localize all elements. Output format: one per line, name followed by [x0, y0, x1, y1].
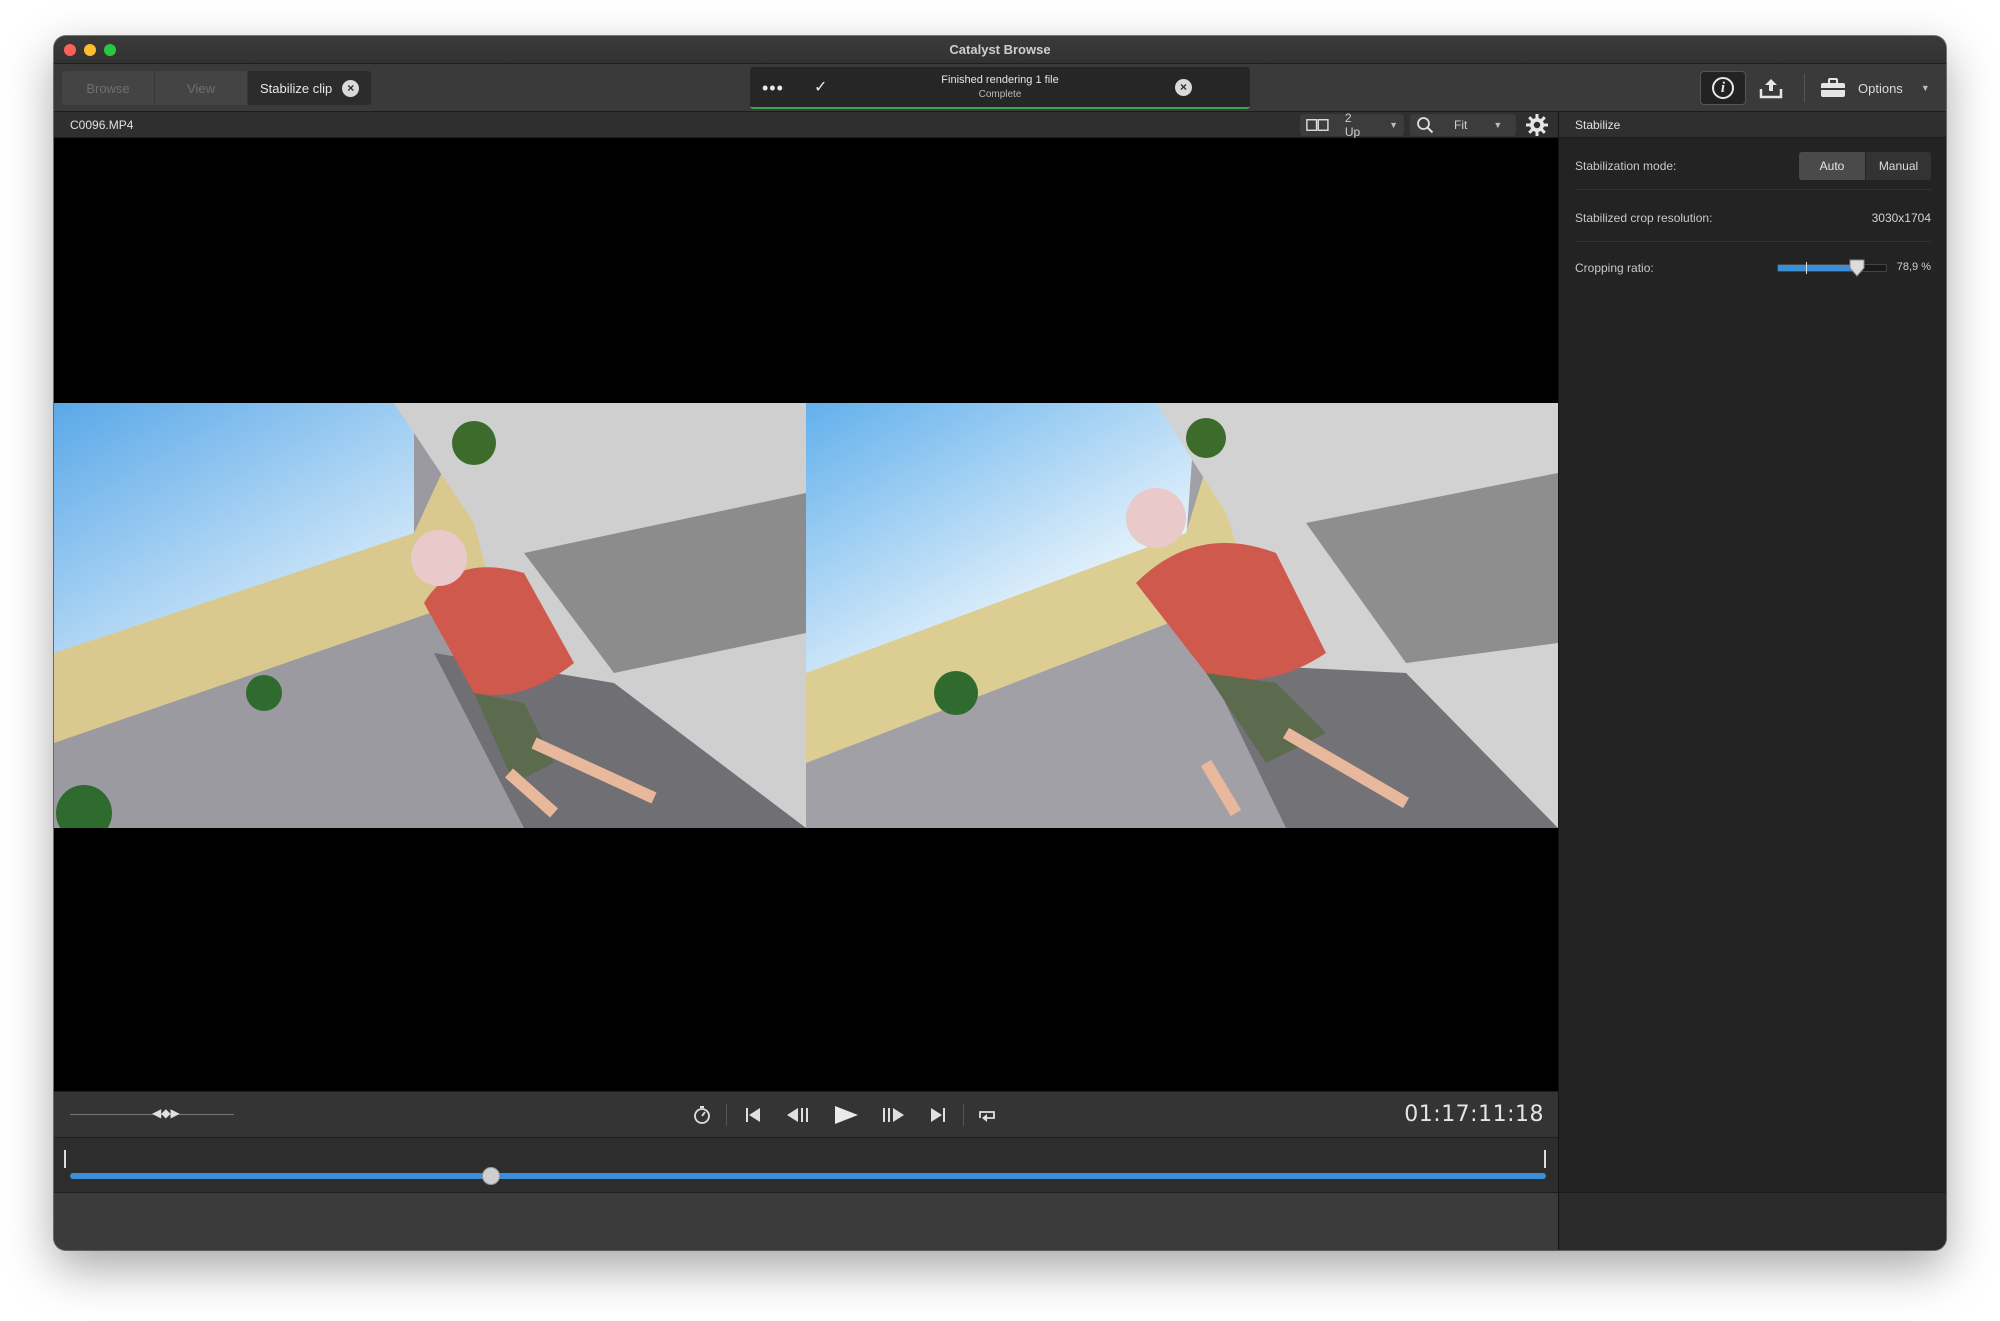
mode-manual-button[interactable]: Manual [1865, 152, 1931, 180]
main-toolbar: Browse View Stabilize clip × ••• ✓ Finis… [54, 64, 1946, 112]
shuttle-knob-icon[interactable]: ◀◆▶ [152, 1106, 180, 1120]
stabilize-inspector: Stabilize Stabilization mode: Auto Manua… [1558, 112, 1946, 1250]
play-icon [835, 1106, 858, 1124]
export-button[interactable] [1748, 71, 1794, 105]
tab-view[interactable]: View [155, 71, 248, 105]
stabilization-mode-row: Stabilization mode: Auto Manual [1575, 140, 1931, 190]
loop-icon [979, 1111, 995, 1122]
video-viewer[interactable] [54, 138, 1558, 1091]
step-forward-icon [883, 1108, 904, 1122]
transport-divider [963, 1104, 964, 1126]
stabilized-frame [806, 403, 1558, 828]
crop-resolution-row: Stabilized crop resolution: 3030x1704 [1575, 192, 1931, 242]
timer-button[interactable] [689, 1104, 715, 1126]
crop-resolution-value: 3030x1704 [1871, 211, 1931, 225]
transport-divider [726, 1104, 727, 1126]
tab-stabilize-clip[interactable]: Stabilize clip × [248, 71, 372, 105]
cropping-ratio-slider[interactable] [1777, 259, 1887, 277]
chevron-down-icon: ▼ [1389, 120, 1398, 130]
title-bar: Catalyst Browse [54, 36, 1946, 64]
play-button[interactable] [833, 1104, 859, 1126]
stabilization-mode-label: Stabilization mode: [1575, 159, 1677, 173]
layout-label: 2 Up [1344, 111, 1361, 139]
in-point-marker[interactable] [64, 1150, 66, 1168]
original-frame [54, 403, 806, 828]
app-window: Catalyst Browse Browse View Stabilize cl… [54, 36, 1946, 1250]
zoom-window-button[interactable] [104, 44, 116, 56]
viewer-bottom-bar [54, 1192, 1558, 1250]
close-window-button[interactable] [64, 44, 76, 56]
cropping-ratio-label: Cropping ratio: [1575, 261, 1654, 275]
go-to-end-button[interactable] [925, 1104, 951, 1126]
layout-dropdown[interactable]: 2 Up ▼ [1300, 111, 1404, 139]
cropping-ratio-value: 78,9 % [1896, 261, 1931, 273]
tab-stabilize-clip-label: Stabilize clip [260, 80, 333, 96]
stopwatch-icon [694, 1106, 710, 1124]
out-point-marker[interactable] [1544, 1150, 1546, 1168]
viewer-settings-button[interactable] [1524, 114, 1550, 136]
transport-bar: ◀◆▶ 01:17:11:18 [54, 1091, 1558, 1137]
skip-end-icon [931, 1108, 945, 1122]
skip-start-icon [746, 1108, 760, 1122]
split-view-icon [1306, 119, 1329, 131]
shuttle-control[interactable]: ◀◆▶ [70, 1106, 234, 1120]
dismiss-status-icon[interactable]: × [1175, 79, 1192, 96]
options-menu-button[interactable]: Options ▼ [1820, 71, 1930, 105]
loop-button[interactable] [974, 1104, 1000, 1126]
step-forward-button[interactable] [879, 1104, 905, 1126]
info-button[interactable]: i [1700, 71, 1746, 105]
stabilization-mode-toggle[interactable]: Auto Manual [1799, 152, 1931, 180]
slider-tick [1806, 262, 1807, 274]
zoom-dropdown[interactable]: Fit ▼ [1410, 114, 1516, 136]
upload-icon [1759, 79, 1783, 99]
inspector-bottom-bar [1559, 1192, 1946, 1250]
timecode-display: 01:17:11:18 [1404, 1102, 1544, 1127]
tab-browse[interactable]: Browse [62, 71, 155, 105]
toolbar-divider [1804, 74, 1805, 102]
close-tab-icon[interactable]: × [342, 79, 360, 97]
options-label: Options [1858, 80, 1903, 96]
chevron-down-icon: ▼ [1493, 120, 1503, 130]
window-controls [64, 44, 116, 56]
playhead-handle[interactable] [481, 1167, 500, 1185]
minimize-window-button[interactable] [84, 44, 96, 56]
render-status-panel: ••• ✓ Finished rendering 1 file Complete… [750, 67, 1250, 109]
zoom-label: Fit [1454, 118, 1468, 132]
magnifier-icon [1417, 117, 1434, 134]
window-title: Catalyst Browse [949, 42, 1051, 57]
info-icon: i [1712, 77, 1734, 99]
step-back-icon [787, 1108, 808, 1122]
cropping-ratio-row: Cropping ratio: 78,9 % [1575, 242, 1931, 292]
chevron-down-icon: ▼ [1920, 83, 1930, 93]
step-back-button[interactable] [786, 1104, 812, 1126]
mode-auto-button[interactable]: Auto [1799, 152, 1865, 180]
workspace-tabs: Browse View Stabilize clip × [62, 71, 372, 105]
slider-fill [1778, 265, 1858, 271]
gear-icon [1526, 114, 1548, 136]
inspector-title: Stabilize [1559, 112, 1946, 138]
clip-filename: C0096.MP4 [70, 118, 134, 132]
go-to-start-button[interactable] [740, 1104, 766, 1126]
toolbox-icon [1821, 78, 1845, 97]
timeline-scrubber[interactable] [54, 1137, 1558, 1192]
viewer-header: C0096.MP4 2 Up ▼ Fit ▼ [54, 111, 1558, 139]
crop-resolution-label: Stabilized crop resolution: [1575, 211, 1713, 225]
timeline-track[interactable] [70, 1173, 1546, 1179]
